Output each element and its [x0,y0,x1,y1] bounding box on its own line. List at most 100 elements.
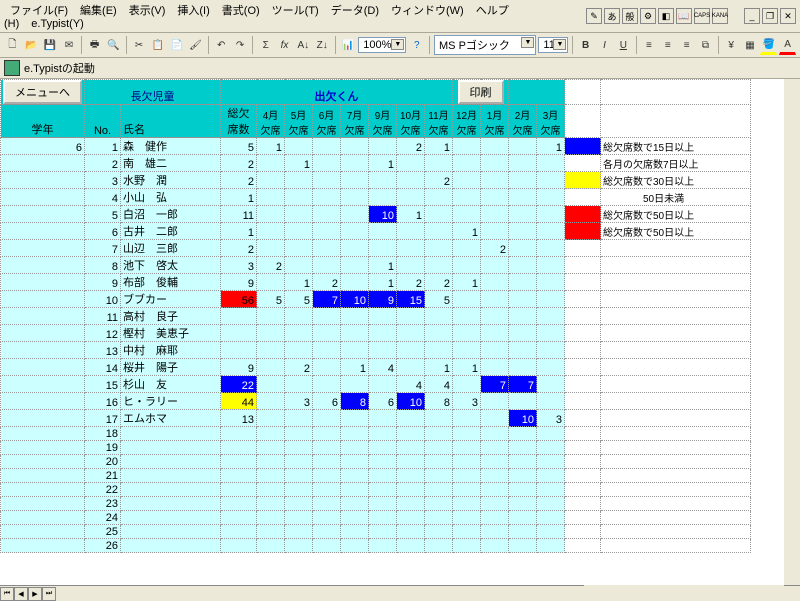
close-icon[interactable]: ✕ [780,8,796,24]
table-row[interactable]: 26 [1,539,751,553]
col-header-month: 7月 欠席 [341,105,369,138]
zoom-combo[interactable]: 100% [358,37,406,53]
paste-icon[interactable]: 📄 [168,35,185,55]
table-row[interactable]: 4小山 弘1 50日未満 [1,189,751,206]
menu-item[interactable]: ツール(T) [266,3,325,19]
col-header-month: 9月 欠席 [369,105,397,138]
menu-button[interactable]: メニューへ [3,80,82,104]
preview-icon[interactable]: 🔍 [105,35,122,55]
align-right-icon[interactable]: ≡ [678,35,695,55]
etypist-launch[interactable]: e.Typistの起動 [24,60,95,76]
italic-icon[interactable]: I [596,35,613,55]
align-center-icon[interactable]: ≡ [659,35,676,55]
menu-item[interactable]: 表示(V) [123,3,172,19]
etypist-icon[interactable] [4,60,20,76]
tab-prev-icon[interactable]: ◀ [14,587,28,601]
table-row[interactable]: 21 [1,469,751,483]
table-row[interactable]: 8池下 啓太321 [1,257,751,274]
vertical-scrollbar[interactable] [784,79,800,585]
legend-text: 50日未満 [601,189,751,206]
worksheet[interactable]: メニューへ 長欠児童 出欠くん 印刷 学年No.氏名総欠 席数4月 欠席5月 欠… [0,79,800,601]
tab-last-icon[interactable]: ⏭ [42,587,56,601]
bold-icon[interactable]: B [577,35,594,55]
ime-tool-icon[interactable]: ⚙ [640,8,656,24]
sum-icon[interactable]: Σ [257,35,274,55]
table-row[interactable]: 22 [1,483,751,497]
table-row[interactable]: 25 [1,525,751,539]
table-row[interactable]: 14桜井 陽子921411 [1,359,751,376]
col-header-month: 12月 欠席 [453,105,481,138]
merge-icon[interactable]: ⧉ [697,35,714,55]
fill-color-icon[interactable]: 🪣 [760,35,777,55]
print-button[interactable]: 印刷 [458,80,504,104]
ime-kana[interactable]: KANA [712,8,728,24]
legend-swatch [565,206,601,223]
table-row[interactable]: 15杉山 友224477 [1,376,751,393]
menu-item[interactable]: e.Typist(Y) [25,16,90,32]
ime-pen-icon[interactable]: ✎ [586,8,602,24]
new-icon[interactable]: 🗋 [4,35,21,55]
table-row[interactable]: 24 [1,511,751,525]
tab-next-icon[interactable]: ▶ [28,587,42,601]
table-row[interactable]: 23 [1,497,751,511]
restore-icon[interactable]: ❐ [762,8,778,24]
ime-lang[interactable]: あ [604,8,620,24]
open-icon[interactable]: 📂 [23,35,40,55]
ime-pad-icon[interactable]: ◧ [658,8,674,24]
horizontal-scrollbar[interactable] [584,585,784,601]
minimize-icon[interactable]: _ [744,8,760,24]
table-row[interactable]: 17エムホマ13103 [1,410,751,427]
table-row[interactable]: 61森 健作51211総欠席数で15日以上 [1,138,751,155]
legend-swatch [565,189,601,206]
table-row[interactable]: 11高村 良子 [1,308,751,325]
tab-first-icon[interactable]: ⏮ [0,587,14,601]
font-combo[interactable]: MS Pゴシック [434,35,536,55]
borders-icon[interactable]: ▦ [742,35,759,55]
fx-icon[interactable]: fx [276,35,293,55]
font-color-icon[interactable]: A [779,35,796,55]
save-icon[interactable]: 💾 [42,35,59,55]
menu-item[interactable]: ウィンドウ(W) [385,3,470,19]
sort-desc-icon[interactable]: Z↓ [314,35,331,55]
col-header: 総欠 席数 [221,105,257,138]
table-row[interactable]: 19 [1,441,751,455]
table-row[interactable]: 18 [1,427,751,441]
addin-toolbar: e.Typistの起動 [0,58,800,79]
legend-text: 各月の欠席数7日以上 [601,155,751,172]
redo-icon[interactable]: ↷ [232,35,249,55]
col-header: 学年 [1,105,85,138]
undo-icon[interactable]: ↶ [213,35,230,55]
legend-swatch [565,172,601,189]
chart-icon[interactable]: 📊 [339,35,356,55]
print-icon[interactable]: 🖶 [86,35,103,55]
table-row[interactable]: 2南 雄二211各月の欠席数7日以上 [1,155,751,172]
currency-icon[interactable]: ¥ [723,35,740,55]
table-row[interactable]: 16ヒ・ラリー4436861083 [1,393,751,410]
underline-icon[interactable]: U [615,35,632,55]
sort-asc-icon[interactable]: A↓ [295,35,312,55]
table-row[interactable]: 10ブブカー56557109155 [1,291,751,308]
table-row[interactable]: 7山辺 三郎22 [1,240,751,257]
align-left-icon[interactable]: ≡ [641,35,658,55]
ime-caps[interactable]: CAPS [694,8,710,24]
table-row[interactable]: 5白沼 一郎11101総欠席数で50日以上 [1,206,751,223]
table-row[interactable]: 6古井 二郎11総欠席数で50日以上 [1,223,751,240]
menu-item[interactable]: 挿入(I) [171,3,215,19]
menu-bar: ファイル(F)編集(E)表示(V)挿入(I)書式(O)ツール(T)データ(D)ウ… [0,0,800,33]
fontsize-combo[interactable]: 11 [538,37,568,53]
table-row[interactable]: 20 [1,455,751,469]
ime-mode[interactable]: 般 [622,8,638,24]
help-icon[interactable]: ? [408,35,425,55]
menu-item[interactable]: 書式(O) [216,3,266,19]
table-row[interactable]: 12樫村 美恵子 [1,325,751,342]
mail-icon[interactable]: ✉ [60,35,77,55]
table-row[interactable]: 3水野 潤22総欠席数で30日以上 [1,172,751,189]
table-row[interactable]: 13中村 麻耶 [1,342,751,359]
table-row[interactable]: 9布部 俊輔9121221 [1,274,751,291]
ime-dict-icon[interactable]: 📖 [676,8,692,24]
legend-text: 総欠席数で50日以上 [601,223,751,240]
menu-item[interactable]: データ(D) [325,3,385,19]
cut-icon[interactable]: ✂ [131,35,148,55]
format-painter-icon[interactable]: 🖌 [187,35,204,55]
copy-icon[interactable]: 📋 [149,35,166,55]
